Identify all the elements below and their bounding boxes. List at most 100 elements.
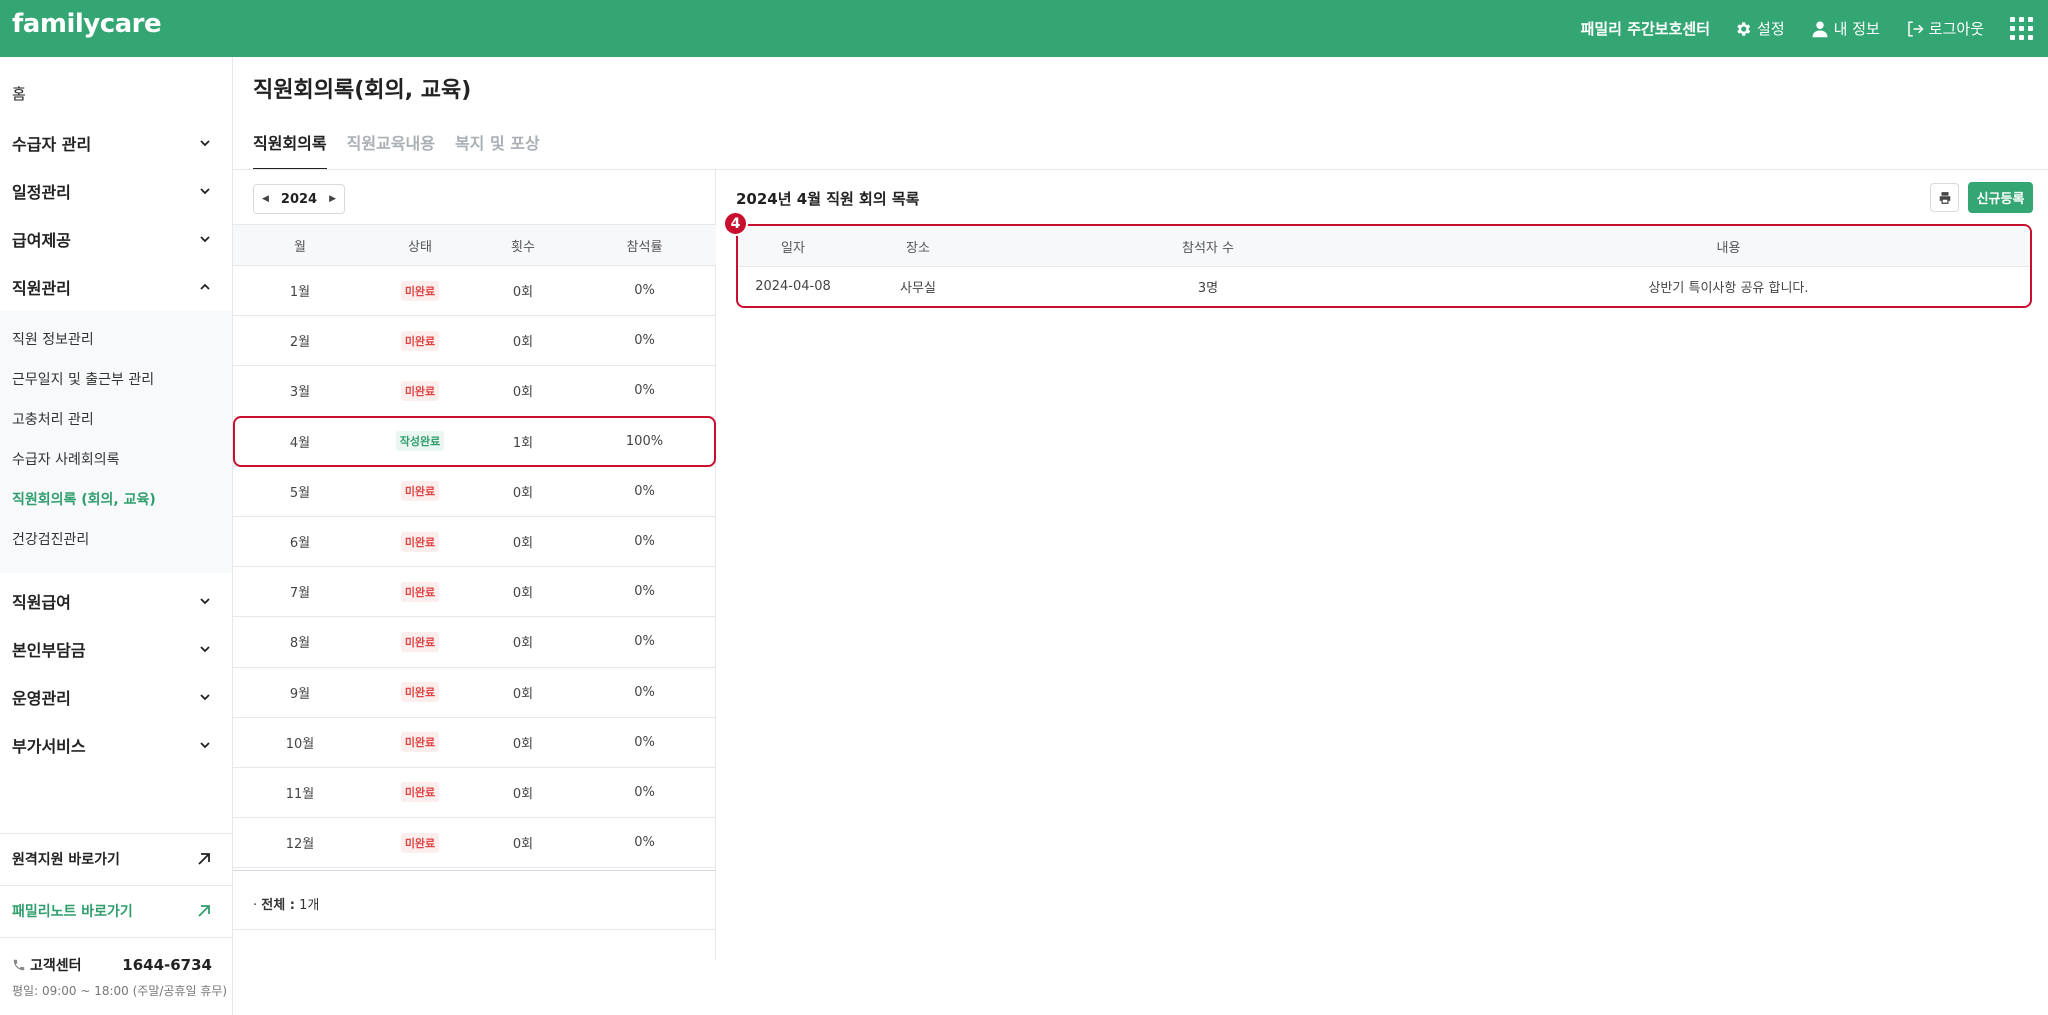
sidebar-item-addons[interactable]: 부가서비스 <box>12 733 212 757</box>
rate-cell: 0% <box>634 684 655 700</box>
month-cell: 2월 <box>289 335 311 351</box>
tab-welfare-reward[interactable]: 복지 및 포상 <box>455 130 540 170</box>
center-name: 패밀리 주간보호센터 <box>1580 20 1711 38</box>
month-cell: 8월 <box>289 636 311 652</box>
sidebar-item-recipients[interactable]: 수급자 관리 <box>12 131 212 155</box>
table-row[interactable]: 4월 작성완료 1회 100% <box>233 417 716 467</box>
submenu-staff-meeting[interactable]: 직원회의록 (회의, 교육) <box>12 489 156 509</box>
month-cell: 11월 <box>285 786 315 802</box>
col-header-status: 상태 <box>408 239 432 255</box>
month-table-body: 1월 미완료 0회 0% 2월 미완료 0회 0% 3월 미완료 0회 0% 4월 작성완료 1회 100% 5… <box>233 266 716 869</box>
status-cell: 미완료 <box>367 832 473 853</box>
profile-link[interactable]: 내 정보 <box>1811 18 1880 39</box>
status-cell: 미완료 <box>367 531 473 552</box>
status-badge: 미완료 <box>400 832 440 853</box>
rate-cell: 0% <box>634 283 655 299</box>
rate-cell: 0% <box>634 584 655 600</box>
count-cell: 0회 <box>512 586 534 602</box>
tab-staff-meeting[interactable]: 직원회의록 <box>253 130 327 170</box>
submenu-health-check[interactable]: 건강검진관리 <box>12 529 89 549</box>
col-header-content: 내용 <box>1716 240 1741 256</box>
settings-label: 설정 <box>1757 20 1785 38</box>
sidebar-item-schedule[interactable]: 일정관리 <box>12 179 212 203</box>
count-cell: 0회 <box>512 485 534 501</box>
sidebar-divider <box>0 885 232 886</box>
count-cell: 0회 <box>512 786 534 802</box>
status-badge: 미완료 <box>400 380 440 401</box>
status-badge: 미완료 <box>400 732 440 753</box>
logo[interactable]: familycare <box>12 9 162 39</box>
month-cell: 5월 <box>289 485 311 501</box>
print-button[interactable] <box>1930 183 1959 212</box>
table-row[interactable]: 2024-04-08 사무실 3명 상반기 특이사항 공유 합니다. <box>738 267 2030 306</box>
table-row[interactable]: 11월 미완료 0회 0% <box>233 768 716 819</box>
tab-staff-education[interactable]: 직원교육내용 <box>347 130 435 170</box>
rate-cell: 100% <box>625 433 664 449</box>
table-row[interactable]: 7월 미완료 0회 0% <box>233 567 716 618</box>
status-badge: 미완료 <box>400 481 440 502</box>
remote-support-link[interactable]: 원격지원 바로가기 <box>12 849 212 869</box>
sidebar-item-label: 부가서비스 <box>12 737 86 756</box>
chevron-down-icon <box>200 694 210 701</box>
table-row[interactable]: 2월 미완료 0회 0% <box>233 316 716 367</box>
logout-link[interactable]: 로그아웃 <box>1906 18 1984 39</box>
rate-cell: 0% <box>634 784 655 800</box>
table-row[interactable]: 5월 미완료 0회 0% <box>233 467 716 517</box>
sidebar-item-operations[interactable]: 운영관리 <box>12 685 212 709</box>
table-row[interactable]: 1월 미완료 0회 0% <box>233 266 716 317</box>
chevron-down-icon <box>200 236 210 243</box>
submenu-grievance[interactable]: 고충처리 관리 <box>12 409 94 429</box>
meeting-list-title: 2024년 4월 직원 회의 목록 <box>736 190 920 208</box>
step-number-badge: 4 <box>723 211 748 236</box>
prev-year-icon[interactable]: ◀ <box>262 194 269 204</box>
rate-cell: 0% <box>634 534 655 550</box>
sidebar-item-benefit[interactable]: 급여제공 <box>12 227 212 251</box>
apps-grid-icon[interactable] <box>2010 16 2034 41</box>
meeting-date: 2024-04-08 <box>755 279 831 294</box>
col-header-date: 일자 <box>781 240 805 256</box>
table-row[interactable]: 12월 미완료 0회 0% <box>233 818 716 869</box>
status-cell: 미완료 <box>367 732 473 753</box>
new-register-button[interactable]: 신규등록 <box>1968 182 2033 213</box>
status-badge: 미완료 <box>400 631 440 652</box>
sidebar-item-label: 수급자 관리 <box>12 135 92 154</box>
familynote-link[interactable]: 패밀리노트 바로가기 <box>12 901 212 921</box>
meeting-table: 일자 장소 참석자 수 내용 2024-04-08 사무실 3명 상반기 특이사… <box>736 224 2032 308</box>
rate-cell: 0% <box>634 483 655 499</box>
settings-link[interactable]: 설정 <box>1734 18 1785 39</box>
sidebar-item-staff[interactable]: 직원관리 <box>12 275 212 299</box>
next-year-icon[interactable]: ▶ <box>329 194 336 204</box>
table-row[interactable]: 9월 미완료 0회 0% <box>233 668 716 718</box>
header-actions: 패밀리 주간보호센터 설정 내 정보 로그아웃 <box>1581 0 2048 57</box>
month-cell: 4월 <box>289 435 311 451</box>
submenu-case-meeting[interactable]: 수급자 사례회의록 <box>12 449 120 469</box>
arrow-up-right-icon <box>198 905 210 917</box>
rate-cell: 0% <box>634 734 655 750</box>
sidebar-item-payroll[interactable]: 직원급여 <box>12 589 212 613</box>
sidebar: 홈 수급자 관리 일정관리 급여제공 직원관리 직원 정보관리 근무일지 및 출… <box>0 57 233 1015</box>
profile-label: 내 정보 <box>1833 20 1880 38</box>
month-table: 월 상태 횟수 참석률 1월 미완료 0회 0% 2월 미완료 0회 0% 3월 미완료 0회 0% 4… <box>233 224 716 869</box>
sidebar-item-home[interactable]: 홈 <box>12 83 26 104</box>
phone-icon <box>13 959 25 971</box>
status-cell: 미완료 <box>367 631 473 652</box>
table-row[interactable]: 6월 미완료 0회 0% <box>233 517 716 568</box>
month-cell: 3월 <box>289 385 311 401</box>
chevron-up-icon <box>200 283 210 290</box>
status-badge: 미완료 <box>400 531 440 552</box>
table-row[interactable]: 8월 미완료 0회 0% <box>233 617 716 668</box>
submenu-staff-info[interactable]: 직원 정보관리 <box>12 329 94 349</box>
chevron-down-icon <box>200 742 210 749</box>
table-row[interactable]: 10월 미완료 0회 0% <box>233 718 716 768</box>
logout-label: 로그아웃 <box>1928 20 1984 38</box>
gear-icon <box>1737 21 1751 36</box>
submenu-work-log[interactable]: 근무일지 및 출근부 관리 <box>12 369 154 389</box>
sidebar-divider <box>0 937 232 938</box>
meeting-attendees: 3명 <box>1197 281 1219 296</box>
count-cell: 0회 <box>512 686 534 702</box>
table-row[interactable]: 3월 미완료 0회 0% <box>233 366 716 417</box>
sidebar-item-copay[interactable]: 본인부담금 <box>12 637 212 661</box>
sidebar-item-label: 본인부담금 <box>12 641 86 660</box>
user-icon <box>1812 21 1828 37</box>
sidebar-item-label: 일정관리 <box>12 183 71 202</box>
